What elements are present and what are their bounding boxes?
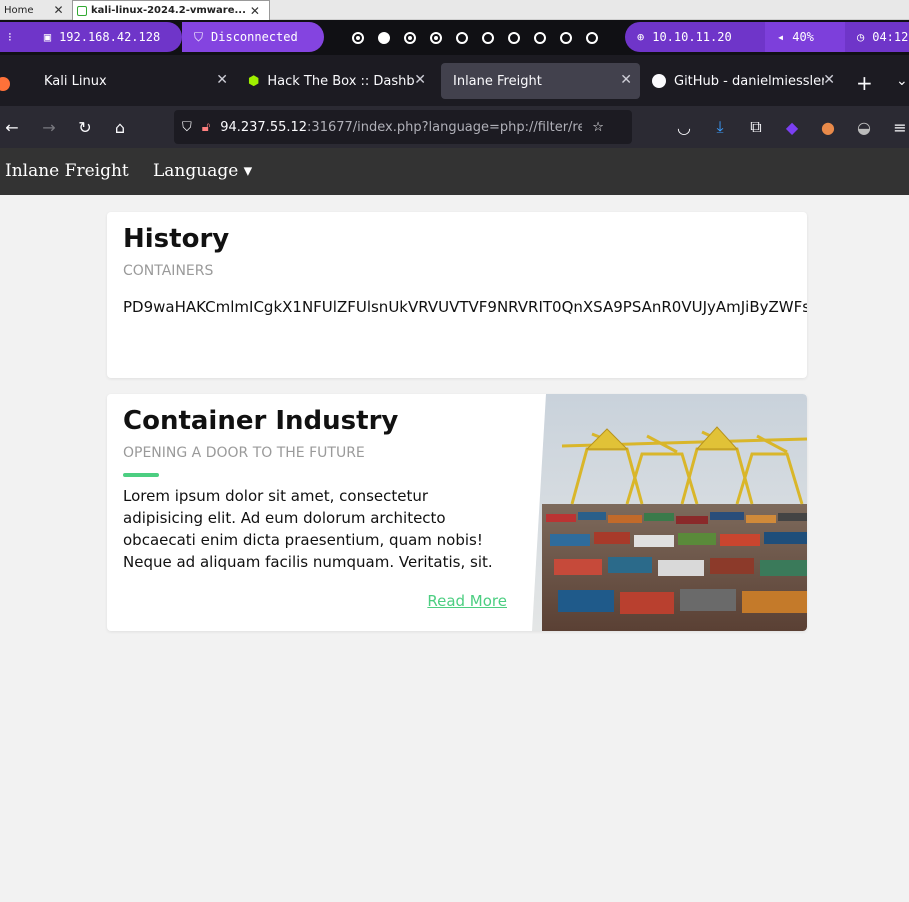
card-title: Container Industry [123, 406, 399, 436]
download-icon[interactable]: ⤓ [708, 115, 732, 139]
close-icon[interactable]: ✕ [54, 3, 64, 17]
close-icon[interactable]: ✕ [216, 72, 228, 88]
read-more-link[interactable]: Read More [427, 592, 507, 610]
card-subtitle: CONTAINERS [123, 263, 214, 279]
workspace-dot[interactable] [586, 31, 598, 44]
workspace-dot[interactable] [352, 31, 364, 44]
tab-kali-linux[interactable]: Kali Linux ✕ [32, 63, 236, 99]
reload-icon[interactable]: ↻ [73, 115, 97, 139]
browser-tab-bar: Kali Linux ✕ ⬢ Hack The Box :: Dashboard… [0, 55, 909, 106]
shield-icon: ⛉ [194, 29, 204, 44]
vpn-ip: 10.10.11.20 [652, 30, 732, 44]
extension-hat-icon[interactable]: ◒ [852, 115, 876, 139]
workspace-dot[interactable] [534, 31, 546, 44]
insecure-lock-icon: 🔓︎ [201, 119, 211, 135]
extension-purple-icon[interactable]: ◆ [780, 115, 804, 139]
volume-indicator[interactable]: ◂ 40% [765, 22, 845, 52]
workspace-dot[interactable] [404, 31, 416, 44]
url-host: 94.237.55.12 [220, 119, 308, 135]
htb-logo-icon: ⬢ [248, 73, 260, 89]
extensions-icon[interactable]: ⧉ [744, 115, 768, 139]
close-icon[interactable]: ✕ [250, 4, 260, 18]
github-icon [652, 74, 666, 88]
speaker-icon: ◂ [777, 30, 785, 44]
vm-icon [77, 5, 87, 16]
menu-icon: ⁝ [8, 30, 12, 44]
menu-icon[interactable]: ≡ [888, 115, 909, 139]
workspace-dot[interactable] [456, 31, 468, 44]
vpn-ip-indicator[interactable]: ⊕ 10.10.11.20 [625, 22, 765, 52]
close-icon[interactable]: ✕ [414, 72, 426, 88]
tab-label: Kali Linux [44, 73, 107, 89]
new-tab-icon[interactable]: + [856, 71, 873, 95]
workspace-dot[interactable] [482, 31, 494, 44]
vpn-status: Disconnected [211, 30, 298, 44]
card-text: Lorem ipsum dolor sit amet, consectetur … [123, 487, 493, 571]
volume-level: 40% [792, 30, 814, 44]
accent-bar [123, 473, 159, 477]
extension-foxy-icon[interactable]: ● [816, 115, 840, 139]
history-card: History CONTAINERS PD9waHAKCmlmICgkX1NFU… [107, 212, 807, 378]
tab-hackthebox[interactable]: ⬢ Hack The Box :: Dashboard ✕ [236, 63, 434, 99]
url-bar[interactable]: ⛉ 🔓︎ 94.237.55.12:31677/index.php?langua… [174, 110, 632, 144]
vm-tab-label: kali-linux-2024.2-vmware... [91, 5, 246, 16]
workspace-dot[interactable] [378, 31, 390, 44]
industry-card: Container Industry OPENING A DOOR TO THE… [107, 394, 807, 631]
tab-github[interactable]: GitHub - danielmiessler ✕ [640, 63, 843, 99]
workspace-dot[interactable] [430, 31, 442, 44]
tab-label: GitHub - danielmiessler [674, 73, 824, 89]
shield-icon: ⛉ [182, 119, 192, 135]
vm-tab-home[interactable]: Home ✕ [0, 0, 66, 20]
tab-inlane-freight[interactable]: Inlane Freight ✕ [441, 63, 640, 99]
card-title: History [123, 224, 230, 254]
language-dropdown[interactable]: Language ▾ [153, 161, 252, 181]
bookmark-star-icon[interactable]: ☆ [592, 120, 604, 135]
forward-icon[interactable]: → [37, 115, 61, 139]
tab-label: Hack The Box :: Dashboard [267, 73, 415, 89]
chevron-down-icon[interactable]: ⌄ [896, 73, 908, 89]
ip-indicator[interactable]: ⁝ ▣ 192.168.42.128 [0, 22, 182, 52]
network-icon: ▣ [43, 30, 52, 44]
site-navbar: Inlane Freight Language ▾ [0, 148, 909, 195]
vpn-indicator[interactable]: ⛉ Disconnected [182, 22, 324, 52]
vm-tab-kali[interactable]: kali-linux-2024.2-vmware... ✕ [72, 0, 270, 20]
back-icon[interactable]: ← [0, 115, 24, 139]
workspace-dot[interactable] [508, 31, 520, 44]
target-icon: ⊕ [637, 30, 645, 44]
pocket-icon[interactable]: ◡ [672, 115, 696, 139]
site-brand[interactable]: Inlane Freight [5, 161, 129, 181]
port-cranes-image [532, 394, 807, 631]
card-subtitle: OPENING A DOOR TO THE FUTURE [123, 445, 365, 461]
clock-icon: ◷ [857, 30, 865, 44]
url-path: :31677/index.php?language=php://filter/r… [307, 119, 583, 135]
top-panel: ⁝ ▣ 192.168.42.128 ⛉ Disconnected ⊕ 10.1… [0, 20, 909, 55]
close-icon[interactable]: ✕ [823, 72, 835, 88]
url-text: 94.237.55.12:31677/index.php?language=ph… [220, 120, 582, 135]
workspace-switcher [352, 20, 598, 55]
vm-tab-strip: Home ✕ kali-linux-2024.2-vmware... ✕ [0, 0, 909, 20]
navigation-toolbar: ← → ↻ ⌂ ⛉ 🔓︎ 94.237.55.12:31677/index.ph… [0, 106, 909, 148]
tab-label: Inlane Freight [453, 73, 542, 89]
firefox-icon[interactable] [0, 77, 10, 91]
clock-indicator[interactable]: ◷ 04:12 [845, 22, 909, 52]
clock-time: 04:12 [872, 30, 909, 44]
local-ip: 192.168.42.128 [59, 30, 161, 44]
workspace-dot[interactable] [560, 31, 572, 44]
vm-tab-label: Home [4, 4, 34, 16]
base64-output: PD9waHAKCmlmICgkX1NFUlZFUlsnUkVRVUVTVF9N… [123, 298, 807, 316]
close-icon[interactable]: ✕ [620, 72, 632, 88]
home-icon[interactable]: ⌂ [108, 115, 132, 139]
